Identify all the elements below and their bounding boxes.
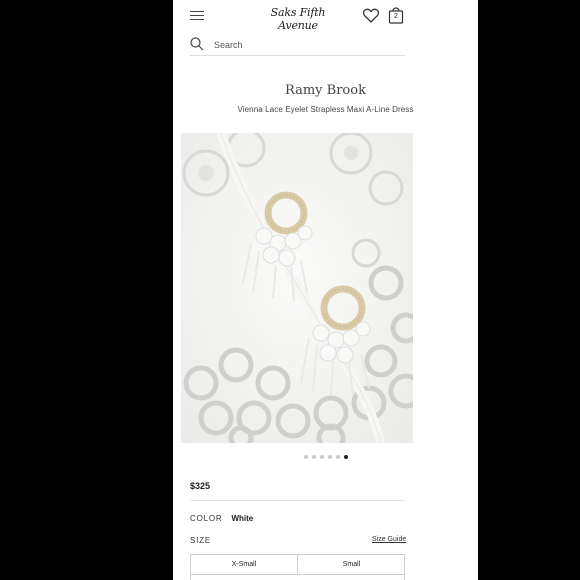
size-option-small[interactable]: Small [298, 555, 405, 575]
search-placeholder: Search [214, 40, 243, 50]
pagination-dot[interactable] [343, 455, 348, 459]
color-row: COLOR White [190, 514, 253, 523]
divider [190, 500, 405, 501]
product-brand[interactable]: Ramy Brook [173, 83, 478, 98]
logo[interactable]: Saks Fifth Avenue [253, 6, 343, 32]
color-value: White [231, 514, 254, 523]
size-option-x-small[interactable]: X-Small [191, 555, 298, 575]
bag-count: 2 [394, 13, 398, 20]
size-guide-link[interactable]: Size Guide [372, 536, 406, 543]
product-name: Vienna Lace Eyelet Strapless Maxi A-Line… [237, 105, 414, 114]
heart-icon[interactable] [363, 8, 379, 23]
pagination-dot[interactable] [335, 455, 340, 459]
search-icon [190, 37, 204, 51]
pagination-dot[interactable] [319, 455, 324, 459]
menu-icon[interactable] [190, 11, 204, 21]
color-label: COLOR [190, 514, 223, 523]
shopping-bag-icon[interactable]: 2 [388, 6, 404, 24]
image-pagination [173, 455, 478, 459]
search-input[interactable]: Search [190, 36, 405, 56]
pagination-dot[interactable] [311, 455, 316, 459]
product-photo [181, 133, 413, 443]
size-label: SIZE [190, 536, 211, 545]
pagination-dot[interactable] [327, 455, 332, 459]
product-page: Saks Fifth Avenue 2 Search Ramy Brook Vi… [173, 0, 478, 580]
size-selector: X-Small Small [190, 554, 405, 580]
pagination-dot[interactable] [303, 455, 308, 459]
header: Saks Fifth Avenue 2 [173, 0, 478, 32]
product-price: $325 [190, 481, 211, 491]
product-image[interactable] [181, 133, 413, 443]
